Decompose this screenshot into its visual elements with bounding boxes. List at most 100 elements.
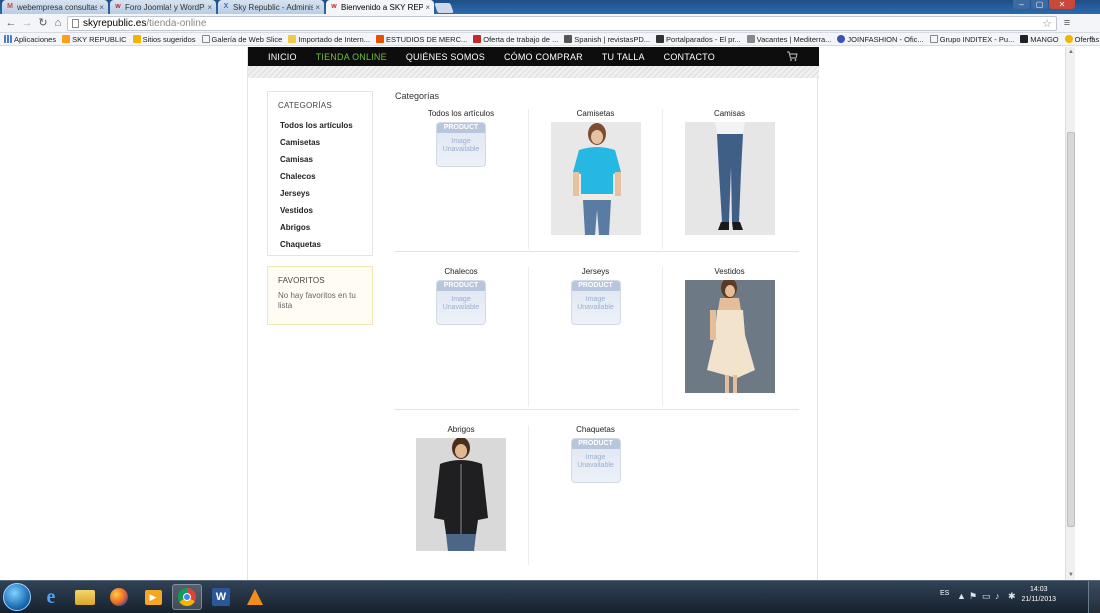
site-favicon-icon (564, 35, 573, 43)
new-tab-button[interactable] (434, 3, 454, 13)
bookmarks-overflow-button[interactable]: » (1090, 33, 1094, 42)
webempresa-icon: w (331, 3, 337, 10)
bookmark-inditex[interactable]: Grupo INDITEX - Pu... (929, 34, 1015, 44)
reload-icon[interactable]: ↻ (36, 16, 50, 30)
vertical-scrollbar[interactable]: ▲ ▼ (1065, 47, 1075, 580)
category-link-camisetas[interactable]: Camisetas (280, 138, 362, 147)
shopping-cart-icon[interactable] (786, 50, 798, 62)
bookmark-star-icon[interactable]: ☆ (1042, 17, 1052, 30)
file-explorer-icon[interactable] (70, 584, 100, 610)
network-icon[interactable]: ▭ (982, 591, 991, 602)
chrome-icon[interactable] (172, 584, 202, 610)
system-clock[interactable]: 14:03 21/11/2013 (1021, 585, 1056, 605)
scrollbar-thumb[interactable] (1067, 132, 1075, 527)
bookmark-estudios[interactable]: ESTUDIOS DE MERC... (375, 34, 468, 44)
bookmark-aplicaciones[interactable]: Aplicaciones (4, 35, 56, 44)
media-player-icon[interactable]: ▶ (138, 584, 168, 610)
app-tray-icon[interactable]: ✱ (1008, 591, 1016, 602)
browser-toolbar: ← → ↻ ⌂ skyrepublic.es/tienda-online ☆ ≡ (0, 14, 1100, 33)
close-icon[interactable]: × (425, 3, 430, 12)
clock-time: 14:03 (1029, 586, 1048, 593)
category-link-chaquetas[interactable]: Chaquetas (280, 240, 362, 249)
tab-title: Foro Joomla! y WordPres (125, 2, 205, 12)
close-icon[interactable]: × (99, 3, 104, 12)
nav-contacto[interactable]: CONTACTO (664, 52, 715, 62)
browser-tab-webempresa[interactable]: M webempresa consultas - s × (2, 0, 108, 14)
windows-start-button[interactable] (3, 583, 31, 611)
nav-tu-talla[interactable]: TU TALLA (602, 52, 645, 62)
category-link-vestidos[interactable]: Vestidos (280, 206, 362, 215)
menu-icon[interactable]: ≡ (1060, 16, 1074, 30)
show-hidden-icons-arrow-icon[interactable]: ▲ (957, 591, 966, 601)
tab-title: Bienvenido a SKY REPUBL (341, 2, 424, 12)
placeholder-line1: Image (451, 138, 471, 145)
tab-title: Sky Republic - Administra (233, 2, 314, 12)
bookmark-spanish[interactable]: Spanish | revistasPD... (564, 35, 650, 44)
bookmark-label: Importado de Intern... (298, 34, 370, 44)
bookmark-importado[interactable]: Importado de Intern... (288, 35, 370, 44)
bookmark-label: Grupo INDITEX - Pu... (939, 34, 1015, 44)
close-window-button[interactable]: ✕ (1049, 0, 1075, 9)
browser-tab-sky-admin[interactable]: X Sky Republic - Administra × (218, 0, 324, 14)
category-card-jerseys[interactable]: Jerseys PRODUCT Image Unavailable (528, 267, 662, 407)
language-indicator[interactable]: ES (940, 590, 949, 597)
row-divider (394, 251, 799, 252)
bookmark-joinfashion[interactable]: JOINFASHION - Ofic... (837, 35, 924, 44)
bookmark-label: Vacantes | Mediterra... (756, 34, 832, 44)
browser-tab-sky-republic[interactable]: w Bienvenido a SKY REPUBL × (326, 0, 434, 14)
volume-icon[interactable]: ♪ (995, 591, 1000, 601)
word-icon[interactable]: W (206, 584, 236, 610)
category-link-chalecos[interactable]: Chalecos (280, 172, 362, 181)
category-link-todos[interactable]: Todos los artículos (280, 121, 362, 130)
address-bar[interactable]: skyrepublic.es/tienda-online ☆ (67, 16, 1057, 31)
jeans-photo (684, 122, 775, 235)
category-card-camisas[interactable]: Camisas (662, 109, 796, 249)
bookmark-sky-republic[interactable]: SKY REPUBLIC (62, 35, 127, 44)
category-card-label: Camisas (713, 109, 746, 118)
nav-como-comprar[interactable]: CÓMO COMPRAR (504, 52, 583, 62)
maximize-button[interactable]: ▢ (1031, 0, 1048, 9)
placeholder-line2: Unavailable (577, 462, 614, 469)
bookmark-vacantes[interactable]: Vacantes | Mediterra... (746, 34, 832, 44)
bookmark-galeria[interactable]: Galería de Web Slice (201, 35, 282, 44)
forward-arrow-icon[interactable]: → (20, 16, 34, 30)
action-center-flag-icon[interactable]: ⚑ (969, 591, 977, 602)
browser-tab-foro-joomla[interactable]: w Foro Joomla! y WordPres × (110, 0, 216, 14)
close-icon[interactable]: × (207, 3, 212, 12)
placeholder-heading: PRODUCT (571, 439, 620, 449)
vlc-icon[interactable] (240, 584, 270, 610)
category-card-chalecos[interactable]: Chalecos PRODUCT Image Unavailable (394, 267, 528, 407)
home-icon[interactable]: ⌂ (51, 16, 65, 30)
nav-inicio[interactable]: INICIO (268, 52, 297, 62)
category-link-abrigos[interactable]: Abrigos (280, 223, 362, 232)
category-card-todos[interactable]: Todos los artículos PRODUCT Image Unavai… (394, 109, 528, 249)
bookmark-label: Portalparados - El pr... (666, 34, 741, 44)
minimize-button[interactable]: – (1013, 0, 1030, 9)
decorative-stripe (248, 66, 819, 78)
category-link-camisas[interactable]: Camisas (280, 155, 362, 164)
firefox-icon[interactable] (104, 584, 134, 610)
windows-taskbar: e ▶ W ES ▲ ⚑ ▭ ♪ ✱ 14:03 21/11/2013 (0, 580, 1100, 613)
back-arrow-icon[interactable]: ← (4, 16, 18, 30)
bookmark-oferta[interactable]: Oferta de trabajo de ... (473, 35, 558, 44)
category-card-chaquetas[interactable]: Chaquetas PRODUCT Image Unavailable (528, 425, 662, 565)
bookmark-label: ESTUDIOS DE MERC... (385, 34, 468, 44)
bookmark-ofertas[interactable]: Ofertas - Trabaja co... (1064, 35, 1100, 44)
bookmark-portalparados[interactable]: Portalparados - El pr... (656, 35, 741, 44)
site-favicon-icon (1020, 35, 1029, 43)
nav-tienda-online[interactable]: TIENDA ONLINE (316, 52, 387, 62)
internet-explorer-icon[interactable]: e (36, 584, 66, 610)
category-card-abrigos[interactable]: Abrigos (394, 425, 528, 565)
bookmark-sitios-sugeridos[interactable]: Sitios sugeridos (132, 35, 196, 44)
bookmark-mango[interactable]: MANGO (1020, 34, 1059, 44)
placeholder-line1: Image (585, 454, 606, 461)
tab-title: webempresa consultas - s (17, 2, 98, 12)
bookmark-label: MANGO (1030, 34, 1059, 44)
category-card-camisetas[interactable]: Camisetas (528, 109, 662, 249)
show-desktop-button[interactable] (1088, 581, 1100, 613)
close-icon[interactable]: × (315, 3, 320, 12)
nav-quienes-somos[interactable]: QUIÉNES SOMOS (406, 52, 485, 62)
category-card-vestidos[interactable]: Vestidos (662, 267, 796, 407)
site-favicon-icon (1064, 35, 1073, 43)
category-link-jerseys[interactable]: Jerseys (280, 189, 362, 198)
